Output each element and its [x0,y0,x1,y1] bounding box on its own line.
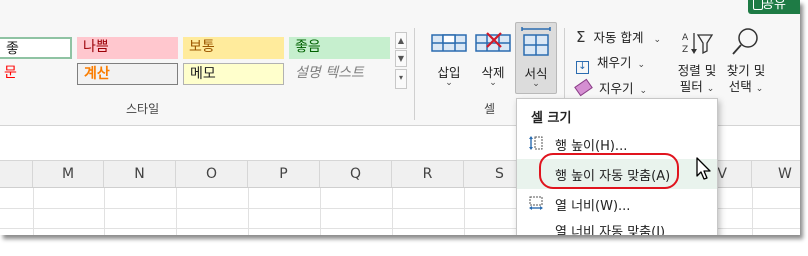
find-label-2: 선택 ⌄ [722,76,770,95]
svg-text:A: A [682,33,689,43]
chevron-down-icon: ⌄ [532,79,540,89]
share-icon [753,0,763,10]
clear-button[interactable]: 지우기 ⌄ [574,78,648,97]
style-good-partial[interactable]: 좋 [0,37,72,59]
gallery-scroll-up-button[interactable]: ▲ [395,32,407,49]
column-header[interactable] [0,161,33,187]
column-header-r[interactable]: R [392,161,464,187]
column-header-n[interactable]: N [104,161,176,187]
excel-window: 공유 좋 나쁨 보통 좋음 문 계산 메모 설명 텍스트 ▲ ▼ ▾ 스타일 삽… [0,0,800,235]
cells-group-label: 셀 [484,102,496,116]
chevron-down-icon: ⌄ [755,84,764,94]
svg-text:Z: Z [682,45,688,55]
share-label: 공유 [762,0,786,12]
mouse-cursor-icon [696,157,711,180]
column-width-item[interactable]: 열 너비(W)... [517,189,717,219]
style-good[interactable]: 좋음 [289,37,390,59]
autofit-column-width-label: 열 너비 자동 맞춤(I) [555,225,666,235]
sort-label-2-text: 필터 [679,79,703,94]
autosum-label: 자동 합계 [593,30,644,45]
style-linked-partial[interactable]: 문 [0,63,72,85]
style-neutral[interactable]: 보통 [183,37,284,59]
style-label: 좋음 [295,39,321,55]
autofit-column-width-item[interactable]: 열 너비 자동 맞춤(I) [517,217,717,235]
column-header-o[interactable]: O [176,161,248,187]
style-label: 메모 [190,66,216,82]
find-select-button[interactable]: 찾기 및 선택 ⌄ [722,24,770,94]
row-height-icon [529,136,543,150]
style-label: 계산 [84,66,110,82]
column-header-m[interactable]: M [33,161,104,187]
row-height-label: 행 높이(H)... [555,139,628,154]
column-header-p[interactable]: P [248,161,320,187]
insert-cells-icon [431,34,467,52]
format-button[interactable]: 서식 ⌄ [515,22,557,94]
fill-label: 채우기 [596,55,632,70]
column-header-w[interactable]: W [752,161,800,187]
highlight-circle [539,153,679,189]
chevron-down-icon: ⌄ [489,78,497,88]
magnifier-icon [732,28,758,55]
column-width-icon [529,196,543,210]
eraser-icon [574,78,593,97]
format-cells-icon [521,27,551,56]
style-label: 설명 텍스트 [295,65,364,81]
gallery-scroll-down-button[interactable]: ▼ [395,50,407,67]
style-explanatory[interactable]: 설명 텍스트 [289,63,390,85]
delete-button[interactable]: 삭제 ⌄ [470,28,516,88]
fill-down-icon: ↓ [576,61,589,74]
chevron-down-icon: ⌄ [706,84,715,94]
style-label: 보통 [189,39,215,55]
autosum-button[interactable]: Σ 자동 합계 ⌄ [576,27,661,46]
style-label: 좋 [6,41,19,57]
sort-filter-button[interactable]: A Z 정렬 및 필터 ⌄ [674,28,720,94]
style-bad[interactable]: 나쁨 [77,37,178,59]
clear-label: 지우기 [598,81,634,96]
chevron-down-icon: ⌄ [653,35,661,45]
delete-cells-icon [475,32,511,52]
fill-button[interactable]: ↓ 채우기 ⌄ [576,52,645,74]
insert-button[interactable]: 삽입 ⌄ [426,28,472,88]
share-button[interactable]: 공유 [748,0,800,14]
sort-label-2: 필터 ⌄ [674,76,720,95]
style-label: 나쁨 [83,39,109,55]
chevron-down-icon: ⌄ [445,78,453,88]
sigma-icon: Σ [576,28,586,46]
cell-size-heading: 셀 크기 [531,111,572,126]
sort-filter-icon: A Z [682,33,714,55]
style-label: 문 [4,65,17,81]
column-header-q[interactable]: Q [320,161,392,187]
style-calculation[interactable]: 계산 [77,63,178,85]
styles-group-label: 스타일 [126,102,160,116]
column-width-label: 열 너비(W)... [555,199,631,214]
find-label-2-text: 선택 [728,79,752,94]
chevron-down-icon: ⌄ [637,60,646,70]
gallery-more-button[interactable]: ▾ [395,69,407,89]
chevron-down-icon: ⌄ [639,86,648,96]
style-note[interactable]: 메모 [183,63,284,85]
group-divider [414,28,415,120]
